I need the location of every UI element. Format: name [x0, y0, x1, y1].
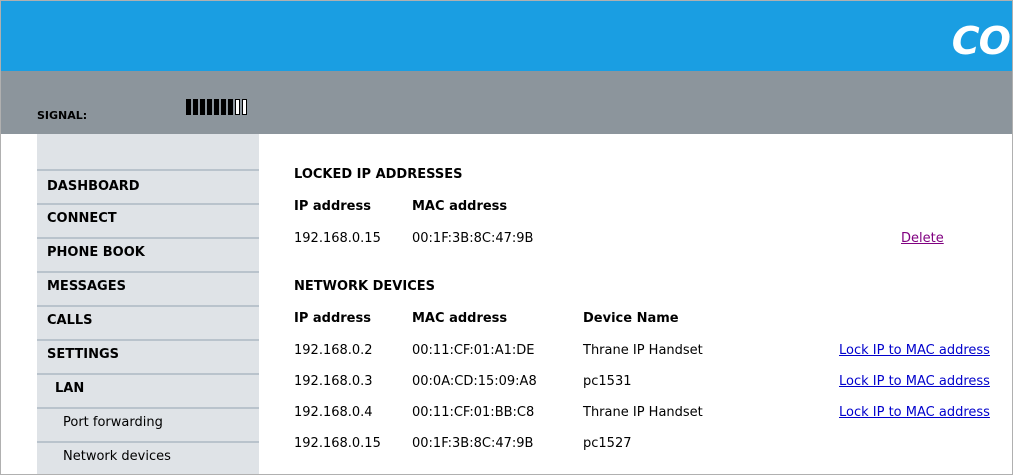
nav-lan-label: LAN: [55, 381, 85, 396]
device-row-2-name: pc1531: [583, 374, 632, 389]
nav-lan[interactable]: LAN: [37, 373, 259, 407]
nav-connect[interactable]: CONNECT: [37, 203, 259, 237]
nav-dashboard[interactable]: DASHBOARD: [37, 169, 259, 203]
nav-settings[interactable]: SETTINGS: [37, 339, 259, 373]
locked-col-ip: IP address: [294, 199, 371, 214]
locked-row-mac: 00:1F:3B:8C:47:9B: [412, 231, 534, 246]
delete-link[interactable]: Delete: [901, 231, 944, 246]
device-row-1-name: Thrane IP Handset: [583, 343, 703, 358]
signal-bar: [193, 99, 198, 115]
lock-ip-link-3[interactable]: Lock IP to MAC address: [839, 405, 990, 420]
locked-row-ip: 192.168.0.15: [294, 231, 381, 246]
brand-logo: CO: [951, 19, 1011, 63]
devices-col-mac: MAC address: [412, 311, 508, 326]
device-row-1-mac: 00:11:CF:01:A1:DE: [412, 343, 535, 358]
device-row-2-ip: 192.168.0.3: [294, 374, 373, 389]
nav-network-devices[interactable]: Network devices: [37, 441, 259, 474]
signal-bar: [235, 99, 240, 115]
signal-bar: [207, 99, 212, 115]
device-row-4-name: pc1527: [583, 436, 632, 451]
status-bar: SIGNAL:: [1, 71, 1012, 134]
nav-calls[interactable]: CALLS: [37, 305, 259, 339]
lock-ip-link-1[interactable]: Lock IP to MAC address: [839, 343, 990, 358]
signal-label: SIGNAL:: [37, 109, 88, 122]
signal-strength-meter: [186, 99, 247, 115]
devices-col-name: Device Name: [583, 311, 679, 326]
signal-bar: [186, 99, 191, 115]
nav-messages-label: MESSAGES: [47, 279, 126, 294]
signal-bar: [242, 99, 247, 115]
nav-dashboard-label: DASHBOARD: [47, 179, 140, 194]
device-row-3-name: Thrane IP Handset: [583, 405, 703, 420]
device-row-3-mac: 00:11:CF:01:BB:C8: [412, 405, 535, 420]
nav-connect-label: CONNECT: [47, 211, 117, 226]
nav-settings-label: SETTINGS: [47, 347, 120, 362]
nav-port-forwarding-label: Port forwarding: [63, 415, 163, 430]
devices-col-ip: IP address: [294, 311, 371, 326]
device-row-4-ip: 192.168.0.15: [294, 436, 381, 451]
device-row-4-mac: 00:1F:3B:8C:47:9B: [412, 436, 534, 451]
locked-section-title: LOCKED IP ADDRESSES: [294, 167, 463, 182]
signal-bar: [228, 99, 233, 115]
device-row-3-ip: 192.168.0.4: [294, 405, 373, 420]
signal-bar: [200, 99, 205, 115]
device-row-2-mac: 00:0A:CD:15:09:A8: [412, 374, 537, 389]
nav-port-forwarding[interactable]: Port forwarding: [37, 407, 259, 441]
lock-ip-link-2[interactable]: Lock IP to MAC address: [839, 374, 990, 389]
nav-messages[interactable]: MESSAGES: [37, 271, 259, 305]
nav-phone-book-label: PHONE BOOK: [47, 245, 145, 260]
app-frame: CO SIGNAL: DASHBOARD CONNECT PHONE BOOK …: [0, 0, 1013, 475]
top-banner: CO: [1, 1, 1012, 71]
signal-bar: [214, 99, 219, 115]
nav-network-devices-label: Network devices: [63, 449, 171, 464]
signal-bar: [221, 99, 226, 115]
locked-col-mac: MAC address: [412, 199, 508, 214]
devices-section-title: NETWORK DEVICES: [294, 279, 435, 294]
sidebar: DASHBOARD CONNECT PHONE BOOK MESSAGES CA…: [37, 134, 259, 474]
nav-calls-label: CALLS: [47, 313, 93, 328]
nav-phone-book[interactable]: PHONE BOOK: [37, 237, 259, 271]
device-row-1-ip: 192.168.0.2: [294, 343, 373, 358]
